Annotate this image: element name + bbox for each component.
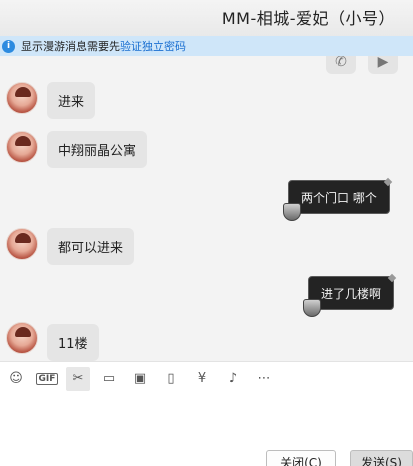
emoji-icon[interactable]: ☺ (4, 367, 28, 391)
message-bubble-incoming: 都可以进来 (47, 228, 135, 265)
gif-icon[interactable]: GIF (35, 367, 59, 391)
music-icon[interactable]: ♪ (221, 367, 245, 391)
image-icon[interactable]: ▣ (128, 367, 152, 391)
more-icon[interactable]: ⋯ (252, 367, 276, 391)
info-icon: i (2, 39, 15, 53)
bubble-badge-icon (303, 299, 321, 317)
message-input[interactable] (0, 395, 413, 445)
contact-avatar[interactable] (6, 131, 38, 163)
shake-icon[interactable]: ▯ (159, 367, 183, 391)
red-packet-icon[interactable]: ¥ (190, 367, 214, 391)
input-toolbar: ☺ GIF ✂ ▭ ▣ ▯ ¥ ♪ ⋯ (0, 361, 413, 395)
video-icon[interactable]: ▶ (368, 56, 398, 74)
message-bubble-incoming: 中翔丽晶公寓 (47, 131, 148, 168)
contact-avatar[interactable] (6, 322, 38, 354)
close-button[interactable]: 关闭(C) (266, 450, 336, 466)
phone-icon[interactable]: ✆ (326, 56, 356, 74)
contact-avatar[interactable] (6, 228, 38, 260)
gif-label: GIF (35, 372, 59, 385)
roaming-notice-bar: i 显示漫游消息需要先 验证独立密码 (0, 36, 413, 56)
folder-icon[interactable]: ▭ (97, 367, 121, 391)
bubble-badge-icon (283, 203, 301, 221)
title-bar: MM-相城-爱妃（小号） (0, 0, 413, 36)
message-bubble-incoming: 11楼 (47, 324, 99, 361)
scissors-icon[interactable]: ✂ (66, 366, 90, 391)
verify-password-link[interactable]: 验证独立密码 (120, 38, 186, 54)
message-bubble-outgoing: 两个门口 哪个 (288, 180, 390, 214)
chat-title: MM-相城-爱妃（小号） (221, 9, 395, 28)
message-bubble-incoming: 进来 (47, 82, 96, 119)
notice-text: 显示漫游消息需要先 (21, 40, 120, 53)
send-button[interactable]: 发送(S) (350, 450, 413, 466)
contact-avatar[interactable] (6, 82, 38, 114)
message-list[interactable]: ✆ ▶ 进来 中翔丽晶公寓 两个门口 哪个 都可以进来 进了几楼啊 11楼 (0, 56, 413, 361)
